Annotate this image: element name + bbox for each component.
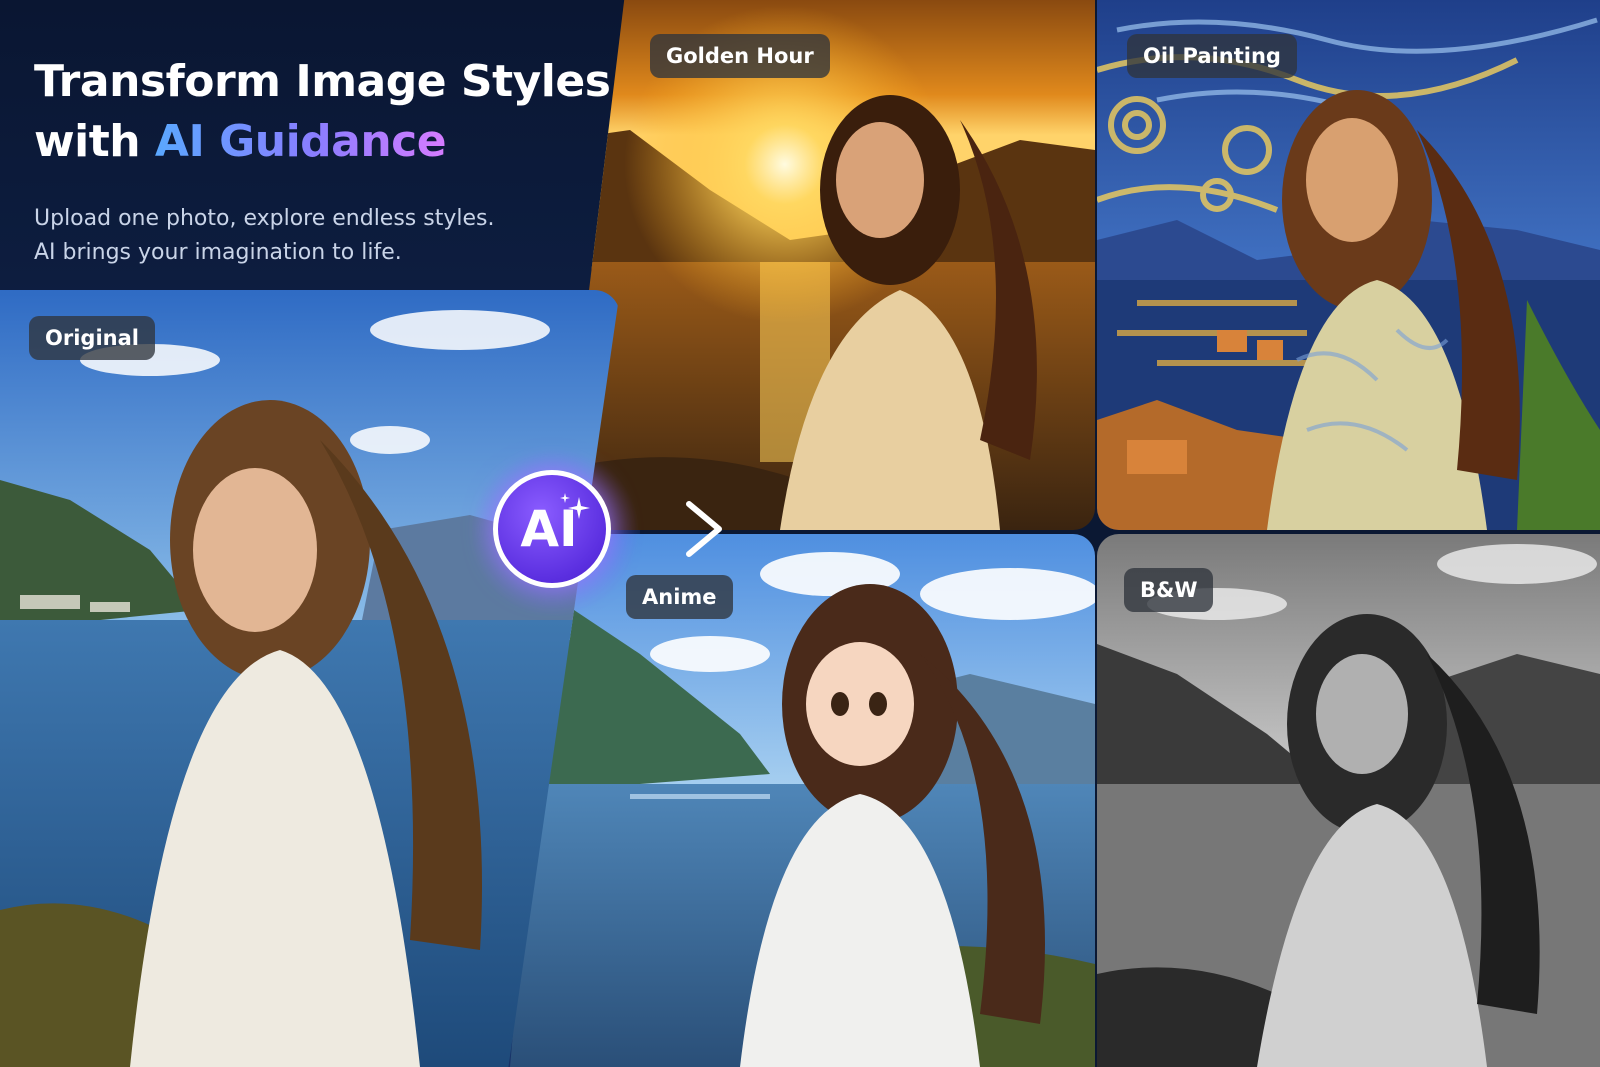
hero-text: Transform Image Styles with AI Guidance … xyxy=(34,52,614,270)
oil-painting-label: Oil Painting xyxy=(1127,34,1297,78)
oil-painting-image xyxy=(1097,0,1600,530)
golden-hour-panel: Golden Hour xyxy=(560,0,1095,530)
sparkle-small-icon xyxy=(560,493,570,503)
golden-hour-label: Golden Hour xyxy=(650,34,830,78)
hero-title: Transform Image Styles with AI Guidance xyxy=(34,52,614,172)
bw-image xyxy=(1097,534,1600,1067)
arrow-right-icon xyxy=(605,501,722,557)
hero-subtitle: Upload one photo, explore endless styles… xyxy=(34,202,614,270)
original-label: Original xyxy=(29,316,155,360)
anime-panel: Anime xyxy=(510,534,1095,1067)
hero-title-prefix: with xyxy=(34,116,155,167)
hero-title-line1: Transform Image Styles xyxy=(34,56,611,107)
ai-badge: AI xyxy=(493,470,611,588)
hero-title-highlight: AI Guidance xyxy=(154,116,447,167)
hero-subtitle-line1: Upload one photo, explore endless styles… xyxy=(34,206,495,231)
golden-hour-image xyxy=(560,0,1095,530)
hero-subtitle-line2: AI brings your imagination to life. xyxy=(34,240,402,265)
anime-image xyxy=(510,534,1095,1067)
hero-banner: Golden Hour Oil Painting Anime B&W Origi… xyxy=(0,0,1600,1067)
bw-label: B&W xyxy=(1124,568,1214,612)
anime-label: Anime xyxy=(626,575,733,619)
bw-panel: B&W xyxy=(1097,534,1600,1067)
oil-painting-panel: Oil Painting xyxy=(1097,0,1600,530)
sparkle-icon xyxy=(568,497,590,519)
